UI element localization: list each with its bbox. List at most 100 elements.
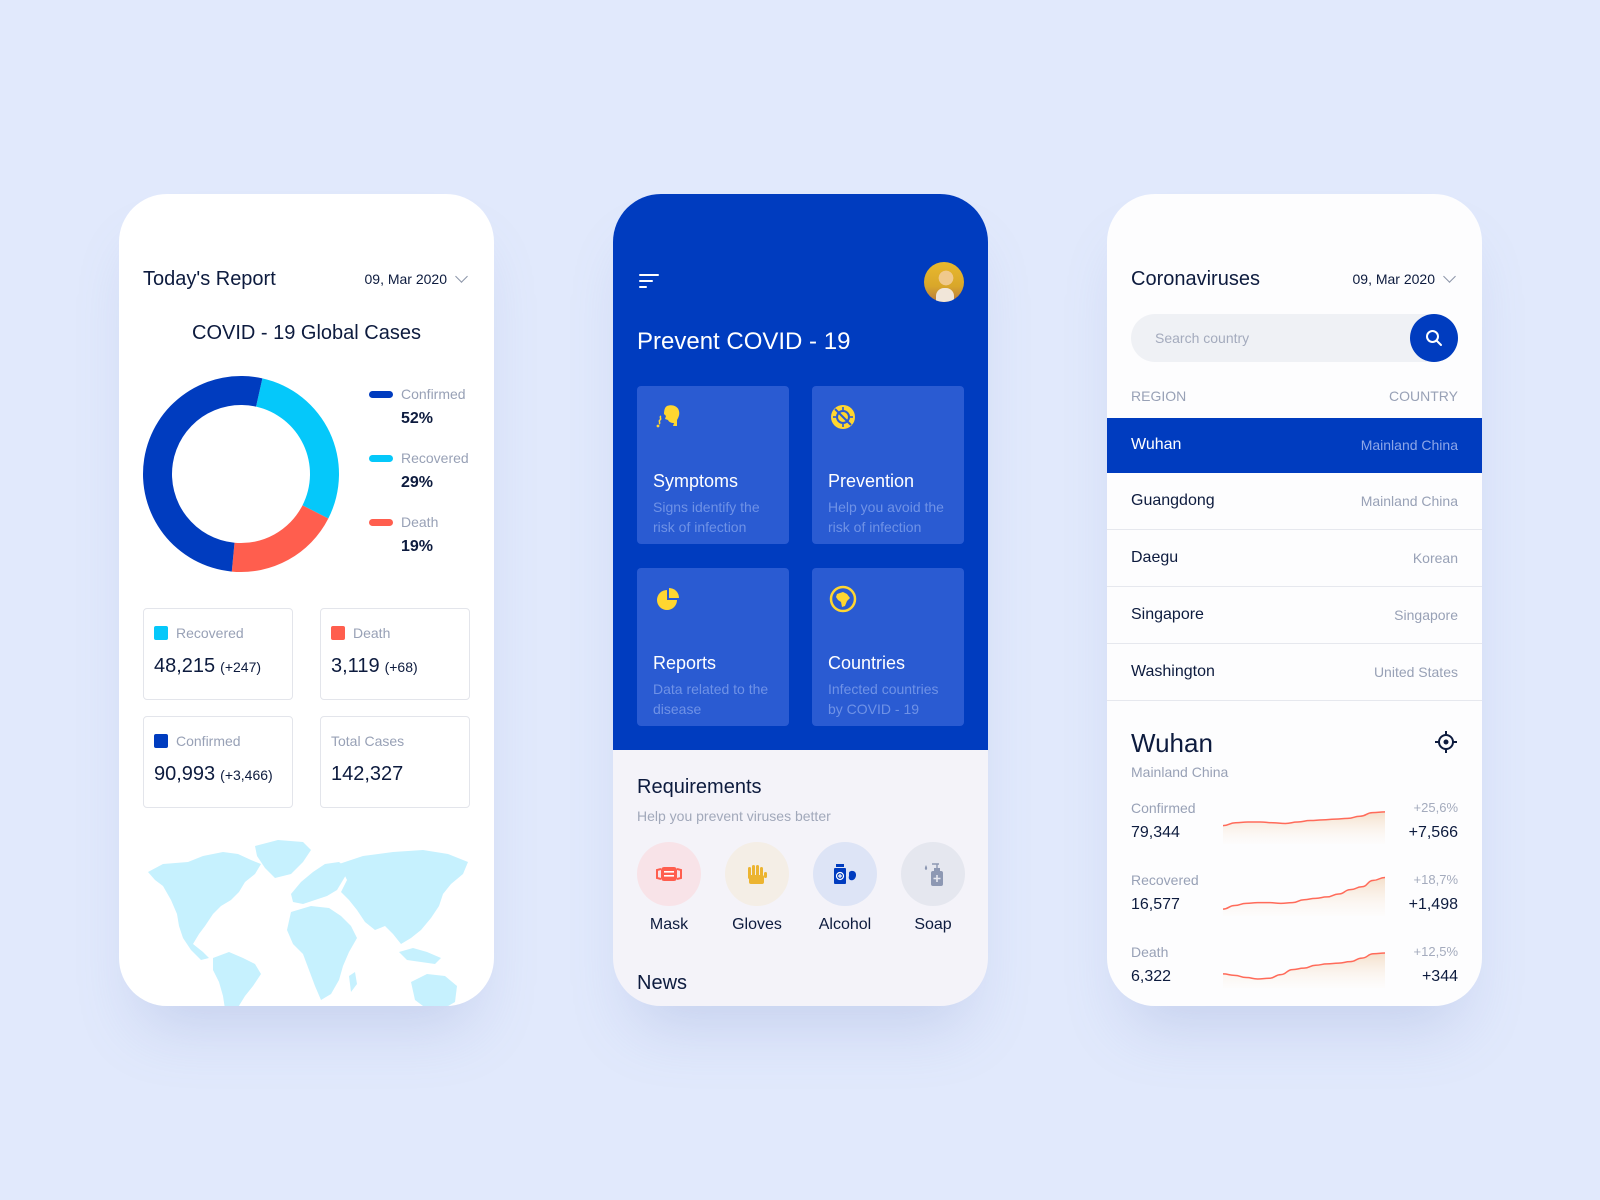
donut-slice-recovered: [256, 378, 339, 519]
detail-subtitle: Mainland China: [1131, 764, 1229, 780]
trend-value: 6,322: [1131, 968, 1172, 985]
feature-title: Prevention: [828, 471, 915, 491]
legend-value: 29%: [401, 474, 434, 491]
region-country: Mainland China: [1360, 493, 1458, 509]
feature-grid: Symptoms Signs identify the risk of infe…: [637, 386, 964, 726]
region-row-singapore[interactable]: Singapore Singapore: [1107, 587, 1482, 644]
feature-card-reports[interactable]: Reports Data related to the disease: [637, 568, 789, 726]
chevron-down-icon: [455, 270, 468, 283]
requirement-mask[interactable]: Mask: [637, 842, 701, 934]
stat-card-confirmed[interactable]: Confirmed 90,993 (+3,466): [143, 716, 293, 808]
trend-percent: +12,5%: [1413, 944, 1458, 959]
col-country-header: COUNTRY: [1389, 388, 1458, 404]
stat-value: 3,119: [331, 655, 380, 677]
prevent-title: Prevent COVID - 19: [637, 328, 851, 355]
locate-icon[interactable]: [1434, 730, 1458, 754]
stat-label: Confirmed: [176, 733, 241, 749]
region-row-washington[interactable]: Washington United States: [1107, 644, 1482, 701]
feature-desc: Infected countries by COVID - 19: [828, 681, 939, 717]
search-country-input[interactable]: [1131, 314, 1401, 362]
stat-value: 48,215: [154, 655, 216, 677]
report-header: Today's Report 09, Mar 2020: [143, 264, 470, 294]
search-icon: [1426, 330, 1442, 346]
stat-value: 142,327: [331, 763, 404, 785]
col-region-header: REGION: [1131, 388, 1187, 404]
trend-label: Death: [1131, 944, 1169, 960]
requirement-soap[interactable]: Soap: [901, 842, 965, 934]
region-list: Wuhan Mainland China Guangdong Mainland …: [1107, 418, 1482, 701]
requirements-list: Mask Gloves Alcohol Soap: [637, 842, 965, 934]
donut-slice-death: [231, 505, 329, 572]
trend-percent: +18,7%: [1413, 872, 1458, 887]
stat-card-total[interactable]: Total Cases 142,327: [320, 716, 470, 808]
legend-label: Recovered: [401, 450, 469, 466]
report-date-label: 09, Mar 2020: [364, 271, 448, 287]
user-avatar[interactable]: [924, 262, 964, 302]
region-country: Singapore: [1394, 607, 1458, 623]
feature-title: Symptoms: [653, 471, 739, 491]
stat-delta: (+247): [220, 659, 262, 675]
requirement-label: Alcohol: [818, 916, 872, 933]
region-row-wuhan[interactable]: Wuhan Mainland China: [1107, 418, 1482, 473]
table-header: REGION COUNTRY: [1131, 388, 1458, 404]
regions-screen: Coronaviruses 09, Mar 2020 REGION COUNTR…: [1107, 194, 1482, 1006]
legend-value: 52%: [401, 410, 434, 427]
regions-date-label: 09, Mar 2020: [1352, 271, 1436, 287]
stat-delta: (+68): [384, 659, 418, 675]
news-title: News: [637, 972, 688, 994]
recovered-sparkline: [1223, 876, 1385, 916]
trend-row-confirmed: Confirmed 79,344 +25,6% +7,566: [1131, 800, 1458, 852]
gloves-icon: [748, 865, 767, 884]
regions-date-select[interactable]: 09, Mar 2020: [1352, 270, 1459, 287]
legend-swatch: [369, 454, 393, 462]
trend-row-recovered: Recovered 16,577 +18,7% +1,498: [1131, 872, 1458, 924]
chart-legend: Confirmed 52% Recovered 29% Death 19%: [369, 386, 469, 578]
alcohol-icon: [834, 864, 857, 884]
feature-card-prevention[interactable]: Prevention Help you avoid the risk of in…: [812, 386, 964, 544]
menu-icon[interactable]: [639, 274, 661, 290]
world-map: [148, 840, 468, 1006]
death-sparkline: [1223, 952, 1385, 988]
confirmed-swatch: [154, 734, 168, 748]
trend-percent: +25,6%: [1413, 800, 1458, 815]
trend-value: 79,344: [1131, 824, 1180, 841]
prevention-icon: [831, 405, 855, 429]
requirement-label: Soap: [914, 916, 952, 933]
stat-value: 90,993: [154, 763, 216, 785]
region-name: Washington: [1131, 663, 1215, 680]
feature-desc: Signs identify the risk of infection: [653, 499, 760, 535]
donut-slice-confirmed: [143, 376, 263, 572]
region-country: Korean: [1412, 550, 1458, 566]
stat-label: Recovered: [176, 625, 244, 641]
feature-card-symptoms[interactable]: Symptoms Signs identify the risk of infe…: [637, 386, 789, 544]
trend-delta: +1,498: [1408, 896, 1458, 913]
requirement-alcohol[interactable]: Alcohol: [813, 842, 877, 934]
report-date-select[interactable]: 09, Mar 2020: [364, 270, 471, 287]
region-row-daegu[interactable]: Daegu Korean: [1107, 530, 1482, 587]
stat-card-death[interactable]: Death 3,119 (+68): [320, 608, 470, 700]
requirement-gloves[interactable]: Gloves: [725, 842, 789, 934]
chart-title: COVID - 19 Global Cases: [192, 322, 421, 344]
detail-title: Wuhan: [1131, 728, 1213, 758]
stat-label: Death: [353, 625, 391, 641]
region-country: United States: [1373, 664, 1458, 680]
requirement-circle: [901, 842, 965, 906]
legend-label: Confirmed: [401, 386, 466, 402]
region-country: Mainland China: [1360, 437, 1458, 453]
prevent-screen: Prevent COVID - 19 Symptoms Signs identi…: [613, 194, 988, 1006]
feature-card-countries[interactable]: Countries Infected countries by COVID - …: [812, 568, 964, 726]
search-bar: [1131, 314, 1458, 362]
stat-card-recovered[interactable]: Recovered 48,215 (+247): [143, 608, 293, 700]
region-row-guangdong[interactable]: Guangdong Mainland China: [1107, 473, 1482, 530]
stat-delta: (+3,466): [220, 767, 273, 783]
search-button[interactable]: [1410, 314, 1458, 362]
requirement-label: Gloves: [732, 916, 782, 933]
legend-value: 19%: [401, 538, 434, 555]
trend-delta: +344: [1421, 968, 1458, 985]
feature-title: Reports: [653, 653, 717, 673]
legend-swatch: [369, 518, 393, 526]
confirmed-sparkline: [1223, 811, 1385, 844]
death-swatch: [331, 626, 345, 640]
countries-icon: [829, 585, 857, 613]
report-screen: Today's Report 09, Mar 2020 COVID - 19 G…: [119, 194, 494, 1006]
